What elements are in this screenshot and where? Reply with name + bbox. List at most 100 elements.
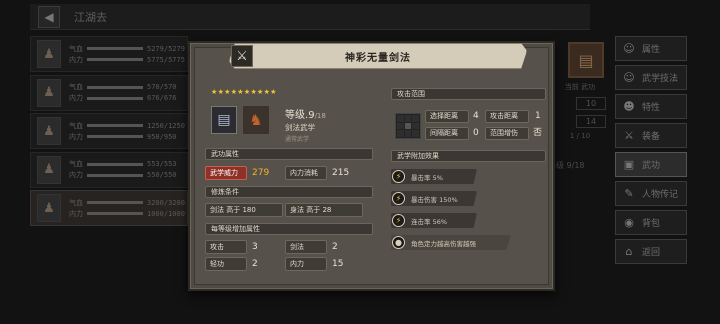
sword-icon: ⚔ bbox=[231, 45, 253, 67]
title-banner: 神彩无量剑法 bbox=[229, 43, 527, 69]
sidebar-item-label: 属性 bbox=[642, 45, 661, 55]
range-value-aoe: 否 bbox=[533, 128, 543, 138]
right-panel-text: 当前 武功 bbox=[564, 83, 596, 91]
traits-icon: ☻ bbox=[623, 99, 635, 113]
bonus-value-sword: 2 bbox=[332, 242, 338, 252]
dot-icon: ● bbox=[392, 236, 405, 249]
star-rating: ★★★★★★★★★★ bbox=[211, 88, 277, 96]
mp-value: 550/550 bbox=[147, 171, 177, 179]
party-member-selected[interactable]: ♟ 气血 3200/3200 内力 1000/1000 bbox=[30, 190, 188, 226]
party-member[interactable]: ♟ 气血 1250/1250 内力 950/950 bbox=[30, 113, 188, 149]
hp-value: 1250/1250 bbox=[147, 121, 185, 130]
character-icon: ♞ bbox=[243, 106, 269, 134]
range-label-attack: 攻击距离 bbox=[485, 110, 529, 123]
bonus-label-attack: 攻击 bbox=[205, 240, 247, 254]
mp-bar bbox=[87, 212, 143, 215]
req-body: 身法 高于 28 bbox=[285, 203, 363, 217]
back-button[interactable]: ◀ bbox=[38, 5, 60, 28]
return-icon: ⌂ bbox=[625, 244, 633, 258]
skill-detail-modal: 神彩无量剑法 ⚔ ★★★★★★★★★★ ▤ ♞ 等级.9/18 剑法武学 通常武… bbox=[188, 41, 555, 291]
effect-text: 角色定力越高伤害越强 bbox=[411, 239, 476, 248]
effect-item: ⚡ 暴击伤害 150% bbox=[391, 191, 477, 206]
party-member[interactable]: ♟ 气血 553/553 内力 550/550 bbox=[30, 151, 188, 188]
bolt-icon: ⚡ bbox=[392, 170, 405, 183]
hp-value: 5279/5279 bbox=[147, 44, 185, 53]
mp-bar bbox=[87, 58, 143, 61]
sidebar-item-return[interactable]: ⌂ 返回 bbox=[615, 239, 687, 264]
range-grid bbox=[395, 113, 421, 139]
sidebar-item-label: 装备 bbox=[642, 132, 661, 142]
attr-label-cost: 内力消耗 bbox=[285, 166, 327, 180]
sidebar-item-label: 人物传记 bbox=[642, 190, 679, 200]
sidebar-item-label: 武功 bbox=[642, 161, 661, 171]
skills-icon: ▣ bbox=[623, 157, 635, 171]
sidebar-item-martial-arts[interactable]: ☺ 武学技法 bbox=[615, 65, 687, 90]
sidebar-item-bag[interactable]: ◉ 背包 bbox=[615, 210, 687, 235]
mp-value: 5775/5775 bbox=[147, 55, 185, 64]
avatar: ♟ bbox=[37, 78, 61, 107]
sidebar-item-attributes[interactable]: ☺ 属性 bbox=[615, 36, 687, 61]
mp-bar bbox=[87, 96, 143, 100]
level-label: 等级 bbox=[285, 110, 305, 121]
hp-bar bbox=[87, 47, 143, 50]
equipment-icon: ⚔ bbox=[624, 128, 634, 142]
attr-header: 武功属性 bbox=[205, 148, 373, 160]
bag-icon: ◉ bbox=[624, 215, 634, 229]
range-label-aoe: 范围增伤 bbox=[485, 127, 529, 140]
sidebar-item-skills[interactable]: ▣ 武功 bbox=[615, 152, 687, 177]
effects-header: 武学附加效果 bbox=[391, 150, 546, 162]
avatar: ♟ bbox=[37, 155, 61, 184]
effect-text: 暴击率 5% bbox=[411, 173, 443, 182]
level-display: 等级.9/18 bbox=[285, 110, 326, 121]
bonus-value-attack: 3 bbox=[252, 242, 258, 252]
sidebar-item-label: 武学技法 bbox=[642, 74, 679, 84]
effect-item: ⚡ 暴击率 5% bbox=[391, 169, 477, 184]
book-icon[interactable]: ▤ bbox=[568, 42, 604, 78]
modal-body: 神彩无量剑法 ⚔ ★★★★★★★★★★ ▤ ♞ 等级.9/18 剑法武学 通常武… bbox=[194, 43, 549, 285]
avatar: ♟ bbox=[37, 40, 61, 68]
mp-label: 内力 bbox=[69, 209, 83, 218]
range-label-gap: 间隔距离 bbox=[425, 127, 469, 140]
sidebar: ☺ 属性 ☺ 武学技法 ☻ 特性 ⚔ 装备 ▣ 武功 ✎ 人物传记 ◉ 背包 ⌂ 返回 bbox=[615, 36, 687, 268]
hp-label: 气血 bbox=[69, 198, 83, 207]
right-panel: ▤ 当前 武功 10 14 1 / 10 等级 9/18 bbox=[548, 42, 612, 202]
mp-bar bbox=[87, 173, 143, 177]
range-value-select: 4 bbox=[473, 111, 479, 121]
attr-label-power: 武学威力 bbox=[205, 166, 247, 180]
mp-label: 内力 bbox=[69, 171, 83, 179]
back-arrow-icon: ◀ bbox=[44, 9, 54, 24]
req-sword: 剑法 高于 180 bbox=[205, 203, 283, 217]
party-member[interactable]: ♟ 气血 570/570 内力 676/676 bbox=[30, 74, 188, 111]
effect-item: ● 角色定力越高伤害越强 bbox=[391, 235, 511, 250]
sidebar-item-traits[interactable]: ☻ 特性 bbox=[615, 94, 687, 119]
right-panel-box: 10 bbox=[576, 97, 606, 110]
bonus-label-agility: 轻功 bbox=[205, 257, 247, 271]
hp-bar bbox=[87, 124, 143, 127]
mp-label: 内力 bbox=[69, 55, 83, 64]
mp-value: 676/676 bbox=[147, 94, 177, 102]
hp-bar bbox=[87, 162, 143, 166]
mp-label: 内力 bbox=[69, 132, 83, 141]
attributes-icon: ☺ bbox=[623, 41, 635, 55]
attr-value-cost: 215 bbox=[332, 168, 350, 178]
attr-value-power: 279 bbox=[252, 168, 270, 178]
bonus-value-agility: 2 bbox=[252, 259, 258, 269]
mp-bar bbox=[87, 135, 143, 138]
bonus-value-inner: 15 bbox=[332, 259, 344, 269]
hp-value: 553/553 bbox=[147, 160, 177, 168]
party-member[interactable]: ♟ 气血 5279/5279 内力 5775/5775 bbox=[30, 36, 188, 72]
effect-text: 连击率 56% bbox=[411, 217, 448, 226]
sidebar-item-equipment[interactable]: ⚔ 装备 bbox=[615, 123, 687, 148]
hp-label: 气血 bbox=[69, 83, 83, 91]
right-panel-frac: 1 / 10 bbox=[569, 132, 591, 140]
sidebar-item-label: 特性 bbox=[642, 103, 661, 113]
sidebar-item-biography[interactable]: ✎ 人物传记 bbox=[615, 181, 687, 206]
bolt-icon: ⚡ bbox=[392, 214, 405, 227]
sidebar-item-label: 背包 bbox=[642, 219, 661, 229]
hp-label: 气血 bbox=[69, 121, 83, 130]
skill-category: 剑法武学 bbox=[285, 123, 315, 132]
sidebar-item-label: 返回 bbox=[642, 248, 661, 258]
hp-bar bbox=[87, 201, 143, 204]
hp-label: 气血 bbox=[69, 44, 83, 53]
hp-bar bbox=[87, 85, 143, 89]
